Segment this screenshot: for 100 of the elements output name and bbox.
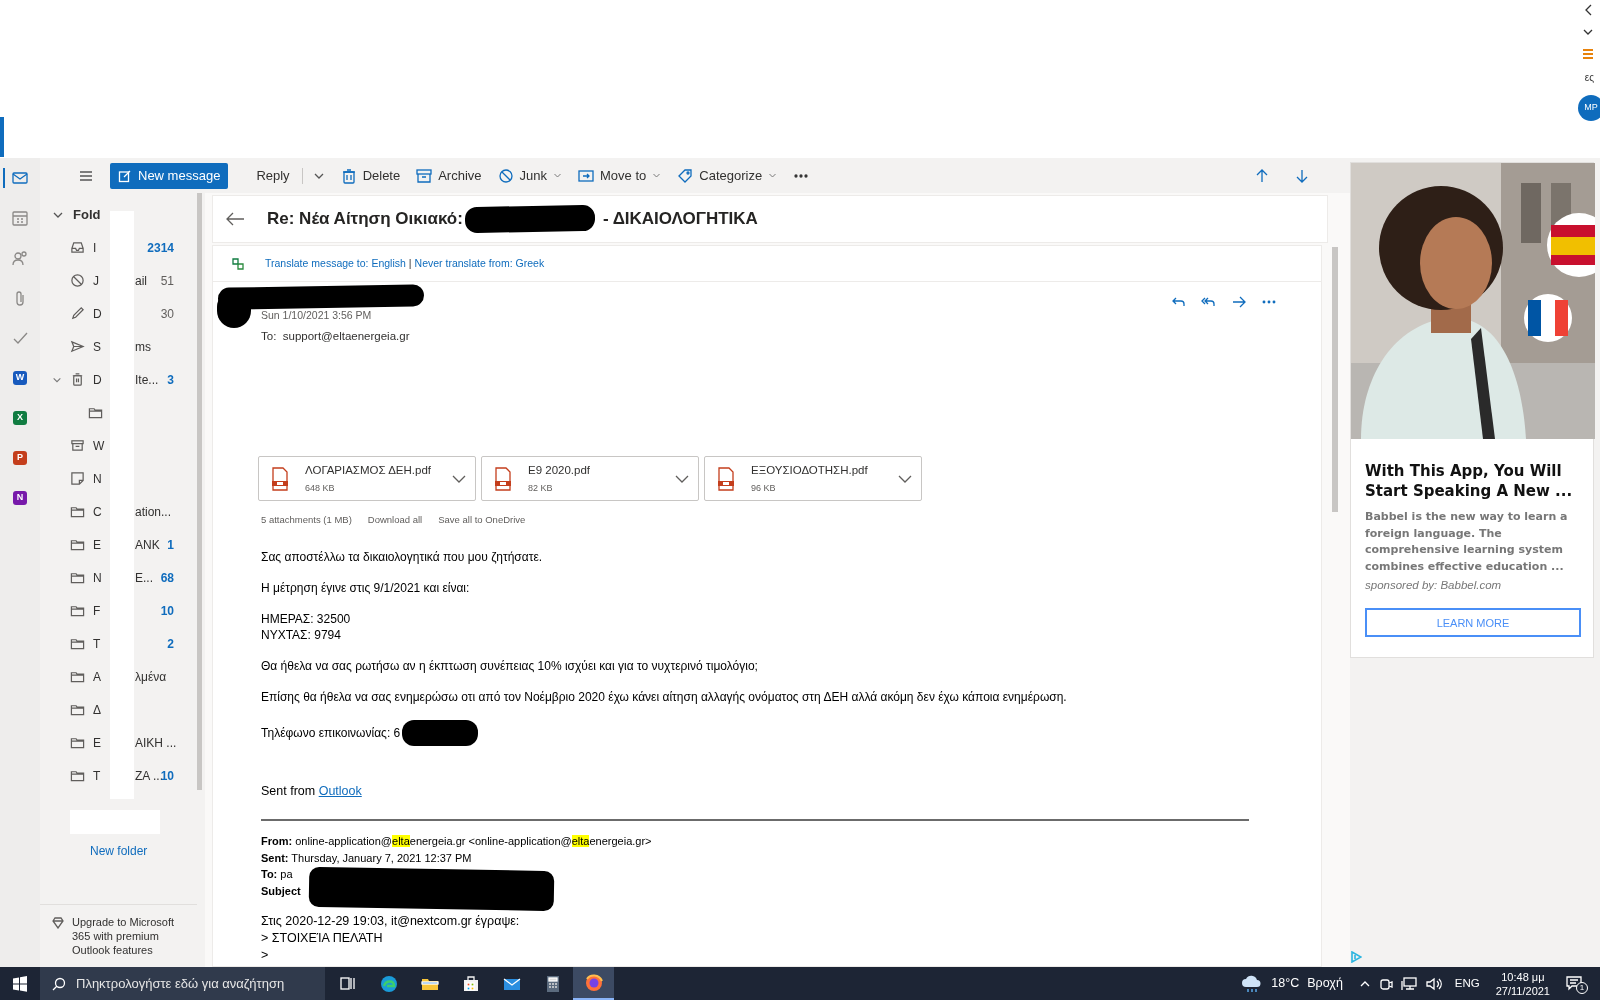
new-folder-link[interactable]: New folder: [90, 842, 148, 860]
scrollbar-thumb[interactable]: [1332, 247, 1338, 512]
archive-button[interactable]: Archive: [410, 162, 488, 189]
folder-name[interactable]: E...: [135, 570, 153, 585]
caret-icon: [553, 171, 563, 180]
inbox-icon[interactable]: [70, 240, 85, 255]
folder-name[interactable]: ms: [135, 339, 151, 354]
signature-text: Sent from Outlook: [261, 783, 363, 800]
folder-name[interactable]: Δ: [93, 702, 101, 717]
translate-link[interactable]: Translate message to: English: [265, 255, 406, 272]
arrow-down-icon[interactable]: [1294, 167, 1310, 184]
download-all-link[interactable]: Download all: [367, 513, 423, 528]
body-text: Τηλέφωνο επικοινωνίας: 6: [261, 725, 401, 742]
quoted-header-line: Sent: Thursday, January 7, 2021 12:37 PM: [261, 850, 472, 866]
avatar[interactable]: MP: [1578, 95, 1600, 121]
search-field[interactable]: Πληκτρολογήστε εδώ για αναζήτηση: [40, 967, 325, 1000]
new-message-button[interactable]: New message: [110, 162, 229, 189]
folder-name[interactable]: C: [93, 504, 102, 519]
ad-description: Babbel is the new way to learn a foreign language. The comprehensive learning system combines effective education ...: [1365, 509, 1569, 575]
mail-icon[interactable]: [11, 169, 29, 187]
folder-icon[interactable]: [88, 405, 103, 420]
folder-name[interactable]: N: [93, 570, 102, 585]
attachment-card[interactable]: ΕΞΟΥΣΙΟΔΟΤΗΣΗ.pdf 96 KB: [704, 456, 922, 501]
folder-name[interactable]: ANK: [135, 537, 160, 552]
junk-icon[interactable]: [70, 273, 85, 288]
chevron-left-icon[interactable]: [1584, 4, 1594, 16]
folder-name[interactable]: Α: [93, 669, 101, 684]
volume-icon[interactable]: [1424, 976, 1443, 991]
people-icon[interactable]: [11, 249, 29, 267]
windows-start-icon[interactable]: [12, 975, 28, 992]
back-arrow-icon[interactable]: [225, 211, 245, 227]
sent-icon[interactable]: [70, 339, 85, 354]
calendar-icon[interactable]: [11, 209, 29, 227]
folder-icon[interactable]: [70, 702, 85, 717]
clock-date[interactable]: 27/11/2021: [1495, 983, 1550, 998]
unread-count: 10: [160, 602, 174, 620]
folder-name[interactable]: D: [93, 372, 102, 387]
notes-icon[interactable]: [70, 471, 85, 486]
app-icon[interactable]: N: [13, 491, 27, 505]
attachment-card[interactable]: ΛΟΓΑΡΙΑΣΜΟΣ ΔΕΗ.pdf 648 KB: [258, 456, 476, 501]
notifications-icon[interactable]: [1566, 974, 1582, 991]
recipient-text: To: support@eltaenergeia.gr: [261, 328, 411, 344]
list-icon[interactable]: [1582, 48, 1594, 60]
categorize-button[interactable]: Categorize: [671, 162, 784, 189]
folder-icon[interactable]: [70, 537, 85, 552]
folder-name[interactable]: T: [93, 636, 101, 651]
archive-icon[interactable]: [70, 438, 85, 453]
folder-name[interactable]: Ite...: [135, 372, 159, 387]
folder-name[interactable]: N: [93, 471, 102, 486]
ad-title[interactable]: With This App, You Will Start Speaking A New ...: [1365, 461, 1579, 501]
folder-icon[interactable]: [70, 669, 85, 684]
upgrade-text[interactable]: Upgrade to Microsoft 365 with premium Outlook features: [72, 915, 187, 957]
attachment-card[interactable]: E9 2020.pdf 82 KB: [481, 456, 699, 501]
folder-name[interactable]: E: [93, 537, 101, 552]
clock-time[interactable]: 10:48 μμ: [1501, 969, 1545, 984]
folder-name[interactable]: E: [93, 735, 101, 750]
trash-icon[interactable]: [70, 372, 85, 387]
folder-name[interactable]: λμένα: [135, 669, 167, 684]
network-icon[interactable]: [1400, 976, 1417, 991]
folder-name[interactable]: I: [93, 240, 97, 255]
reply-button[interactable]: Reply: [248, 162, 298, 189]
language-indicator[interactable]: ENG: [1454, 974, 1480, 993]
diamond-icon: [52, 917, 64, 929]
arrow-up-icon[interactable]: [1254, 167, 1270, 184]
translate-icon[interactable]: [231, 256, 245, 271]
folder-name[interactable]: ation...: [135, 504, 172, 519]
meet-icon[interactable]: [1378, 976, 1393, 991]
scrollbar-thumb[interactable]: [197, 193, 202, 790]
forward-icon[interactable]: [1231, 294, 1247, 310]
folder-icon[interactable]: [70, 636, 85, 651]
move-button[interactable]: Move to: [572, 162, 668, 189]
never-translate-link[interactable]: Never translate from: Greek: [414, 255, 545, 272]
folder-name[interactable]: J: [93, 273, 99, 288]
temperature-text: 18°C: [1271, 975, 1300, 993]
save-to-onedrive-link[interactable]: Save all to OneDrive: [438, 513, 526, 528]
app-icon[interactable]: W: [13, 371, 27, 385]
folder-name[interactable]: ail: [135, 273, 147, 288]
outlook-link[interactable]: Outlook: [318, 784, 362, 799]
quoted-text: > ΣΤΟΙΧΕΊΑ ΠΕΛΆΤΗ: [261, 930, 384, 948]
categorize-icon: [677, 167, 694, 184]
folder-icon[interactable]: [70, 504, 85, 519]
junk-button[interactable]: Junk: [491, 162, 569, 189]
delete-button[interactable]: Delete: [334, 162, 407, 189]
folder-name[interactable]: D: [93, 306, 102, 321]
drafts-icon[interactable]: [70, 306, 85, 321]
folder-icon[interactable]: [70, 735, 85, 750]
folder-name[interactable]: F: [93, 603, 101, 618]
app-icon[interactable]: P: [13, 451, 27, 465]
subject-text: Re: Νέα Αίτηση Οικιακό:: [267, 208, 463, 231]
folder-name[interactable]: T: [93, 768, 101, 783]
folder-name[interactable]: S: [93, 339, 101, 354]
body-text: Θα ήθελα να σας ρωτήσω αν η έκπτωση συνέπειας 10% ισχύει και για το νυχτερινό τιμολόγιο;: [261, 658, 759, 675]
folder-icon[interactable]: [70, 603, 85, 618]
folder-icon[interactable]: [70, 768, 85, 783]
folder-name[interactable]: ΑΙΚΗ ...: [135, 735, 177, 750]
folder-icon[interactable]: [70, 570, 85, 585]
folder-name[interactable]: W: [93, 438, 105, 453]
body-text: Σας αποστέλλω τα δικαιολογητικά που μου ζητήσατε.: [261, 549, 544, 566]
folders-heading[interactable]: Fold: [73, 205, 101, 225]
app-icon[interactable]: X: [13, 411, 27, 425]
